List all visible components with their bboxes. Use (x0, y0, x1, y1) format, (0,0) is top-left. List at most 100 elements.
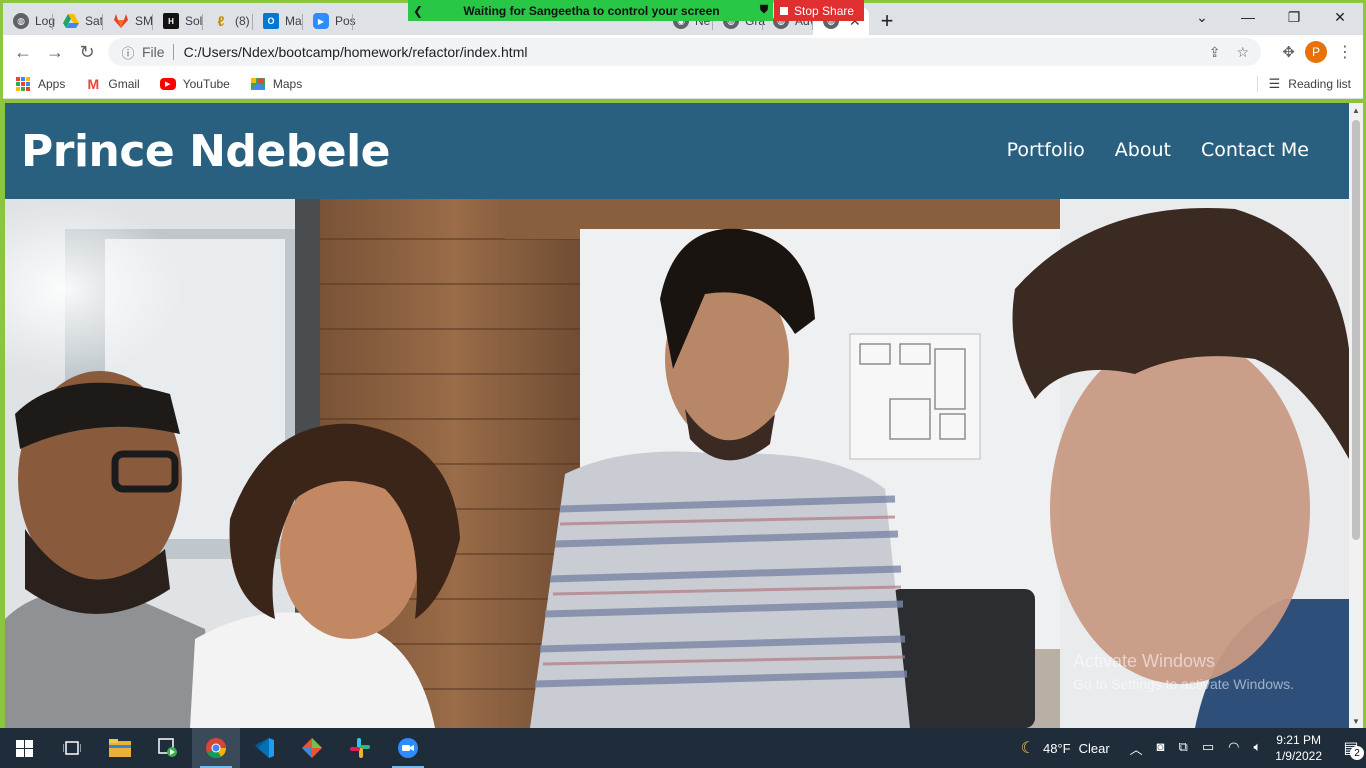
hero-photo (5, 199, 1349, 728)
bookmark-youtube[interactable]: ▶ YouTube (159, 76, 230, 91)
zoom-taskbar-button[interactable] (384, 728, 432, 768)
globe-icon: ◍ (13, 13, 29, 29)
reading-list-button[interactable]: ☰ Reading list (1256, 76, 1351, 92)
shield-icon: ⛊ (759, 4, 769, 16)
site-title: Prince Ndebele (21, 125, 391, 177)
browser-toolbar: ← → ↻ ⓘ File C:/Users/Ndex/bootcamp/home… (3, 35, 1363, 69)
camera-icon[interactable]: ◙ (1157, 739, 1165, 758)
maps-icon (250, 76, 266, 92)
tab-label: SM (135, 14, 153, 28)
site-header: Prince Ndebele Portfolio About Contact M… (5, 103, 1349, 199)
share-icon: ❮ (412, 3, 424, 18)
avatar[interactable]: P (1305, 41, 1327, 63)
media-player-button[interactable] (144, 728, 192, 768)
url-text[interactable]: C:/Users/Ndex/bootcamp/homework/refactor… (184, 44, 528, 60)
bookmark-maps[interactable]: Maps (250, 76, 302, 92)
tab-label: Sol (185, 14, 203, 28)
vscode-button[interactable] (240, 728, 288, 768)
chrome-icon (206, 738, 227, 759)
puzzle-icon[interactable]: ✥ (1282, 43, 1295, 61)
weather-widget[interactable]: ☾ 48°F Clear (1021, 738, 1110, 758)
tab-2[interactable]: SM (103, 7, 153, 35)
info-icon[interactable]: ⓘ (114, 43, 142, 62)
slack-button[interactable] (336, 728, 384, 768)
tab-0[interactable]: ◍ Log (3, 7, 55, 35)
system-tray: ☾ 48°F Clear ︿ ◙ ⧉ ▭ ◠ 🔈︎ 9:21 PM 1/9/20… (1021, 728, 1366, 768)
notification-icon: ℓ (217, 13, 225, 29)
arrow-left-icon: ← (14, 41, 32, 62)
moon-icon: ☾ (1020, 740, 1035, 757)
forward-button[interactable]: → (39, 36, 71, 68)
task-view-button[interactable] (48, 728, 96, 768)
bookmark-star-icon[interactable]: ☆ (1236, 44, 1249, 61)
task-view-icon (63, 741, 81, 755)
scroll-up-icon[interactable]: ▲ (1349, 103, 1363, 117)
windows-logo-icon (15, 739, 33, 757)
page-viewport: Prince Ndebele Portfolio About Contact M… (5, 103, 1349, 728)
screen-share-tray-icon[interactable]: ⧉ (1179, 739, 1188, 758)
watermark-title: Activate Windows (1073, 651, 1216, 671)
clock-time: 9:21 PM (1276, 733, 1321, 747)
clock[interactable]: 9:21 PM 1/9/2022 (1275, 732, 1322, 764)
address-bar[interactable]: ⓘ File C:/Users/Ndex/bootcamp/homework/r… (108, 38, 1261, 66)
tab-6[interactable]: ▶ Pos (303, 7, 356, 35)
hero-image (5, 199, 1349, 728)
notification-badge: 2 (1350, 746, 1364, 760)
bookmark-apps[interactable]: Apps (15, 76, 65, 92)
back-button[interactable]: ← (7, 36, 39, 68)
battery-icon[interactable]: ▭ (1202, 739, 1214, 758)
nav-link-about[interactable]: About (1115, 139, 1171, 161)
gitlab-icon (113, 13, 129, 29)
gmail-icon: M (87, 75, 100, 92)
volume-icon[interactable]: 🔈︎ (1253, 739, 1261, 758)
scroll-down-icon[interactable]: ▼ (1349, 714, 1363, 728)
media-player-icon (158, 738, 177, 757)
weather-temp: 48°F (1042, 740, 1071, 756)
notification-center-button[interactable]: ▤ 2 (1336, 728, 1366, 768)
tab-4[interactable]: ℓ (8) (203, 7, 253, 35)
share-page-icon[interactable]: ⇪ (1209, 44, 1221, 61)
tab-label: Ma (285, 14, 302, 28)
activate-windows-watermark: Activate Windows Go to Settings to activ… (1073, 651, 1294, 692)
stop-icon (780, 6, 788, 15)
tab-1[interactable]: Sat (53, 7, 103, 35)
bookmark-label: Apps (38, 76, 66, 91)
bookmarks-bar: Apps M Gmail ▶ YouTube Maps ☰ Reading li… (3, 69, 1363, 99)
new-tab-button[interactable]: + (869, 7, 905, 35)
start-button[interactable] (0, 728, 48, 768)
reload-button[interactable]: ↻ (71, 36, 103, 68)
tab-3[interactable]: H Sol (153, 7, 203, 35)
bookmark-label: Gmail (108, 76, 140, 91)
tab-search-icon[interactable]: ⌄ (1179, 3, 1225, 31)
chrome-taskbar-button[interactable] (192, 728, 240, 768)
nav-link-portfolio[interactable]: Portfolio (1007, 139, 1085, 161)
vscode-icon (255, 738, 274, 758)
extensions-area: ✥ P ⋮ (1282, 35, 1363, 69)
bookmark-label: Maps (272, 76, 303, 91)
tab-label: (8) (235, 14, 250, 28)
minimize-icon[interactable]: — (1225, 3, 1271, 31)
bookmark-gmail[interactable]: M Gmail (85, 75, 140, 92)
hackerrank-icon: H (163, 13, 179, 29)
reading-list-icon: ☰ (1268, 76, 1281, 91)
git-button[interactable] (288, 728, 336, 768)
bookmark-label: YouTube (182, 76, 230, 91)
git-icon (302, 738, 322, 758)
chevron-up-icon[interactable]: ︿ (1130, 739, 1143, 758)
close-window-icon[interactable]: ✕ (1317, 3, 1363, 31)
tab-5[interactable]: O Ma (253, 7, 303, 35)
file-explorer-icon (109, 739, 131, 757)
windows-taskbar: ☾ 48°F Clear ︿ ◙ ⧉ ▭ ◠ 🔈︎ 9:21 PM 1/9/20… (0, 728, 1366, 768)
page-scrollbar[interactable]: ▲ ▼ (1349, 103, 1363, 728)
stop-share-button[interactable]: Stop Share (774, 0, 864, 21)
weather-desc: Clear (1078, 740, 1110, 756)
menu-icon[interactable]: ⋮ (1337, 42, 1353, 62)
nav-link-contact[interactable]: Contact Me (1201, 139, 1309, 161)
stop-share-label: Stop Share (794, 3, 855, 18)
wifi-icon[interactable]: ◠ (1228, 739, 1239, 758)
scroll-thumb[interactable] (1352, 120, 1360, 540)
file-explorer-button[interactable] (96, 728, 144, 768)
restore-icon[interactable]: ❐ (1271, 3, 1317, 31)
window-controls: ⌄ — ❐ ✕ (1179, 3, 1363, 31)
tab-label: Pos (335, 14, 356, 28)
